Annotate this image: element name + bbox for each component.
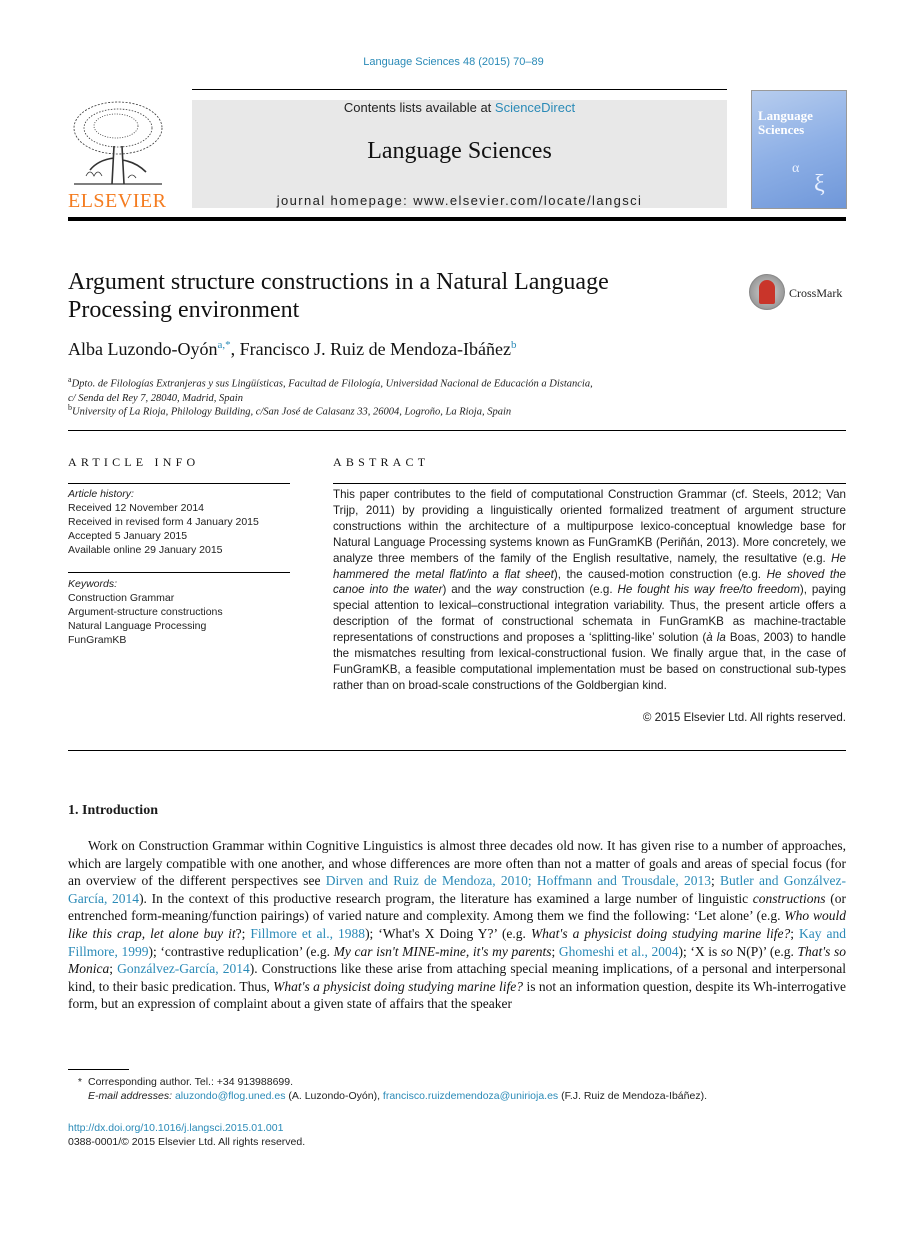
paragraph: Work on Construction Grammar within Cogn… — [68, 837, 846, 1013]
divider — [333, 483, 846, 484]
crossmark-button[interactable]: CrossMark — [749, 274, 849, 314]
example-text: My car isn't MINE-mine, it's my parents — [333, 943, 552, 959]
journal-reference-link[interactable]: Language Sciences 48 (2015) 70–89 — [0, 56, 907, 68]
keyword-item: Construction Grammar — [68, 592, 175, 604]
journal-homepage-link[interactable]: journal homepage: www.elsevier.com/locat… — [192, 193, 727, 208]
divider — [68, 750, 846, 751]
doi-link[interactable]: http://dx.doi.org/10.1016/j.langsci.2015… — [68, 1121, 283, 1135]
journal-cover-thumbnail[interactable]: Language Sciences α ξ — [751, 90, 847, 209]
abstract-segment: ) and the — [442, 583, 497, 597]
cover-title: Language Sciences — [758, 108, 813, 137]
body-text: ); ‘What's X Doing Y?’ (e.g. — [365, 925, 531, 941]
author-name: Alba Luzondo-Oyón — [68, 339, 218, 359]
keywords: Keywords: Construction Grammar Argument-… — [68, 577, 290, 647]
crossmark-icon — [749, 274, 785, 310]
citation-link[interactable]: Fillmore et al., 1988 — [250, 926, 365, 941]
citation-link[interactable]: Gonzálvez-García, 2014 — [117, 961, 250, 976]
history-item: Received 12 November 2014 — [68, 502, 204, 514]
section-heading-introduction: 1. Introduction — [68, 803, 158, 818]
abstract-example: way — [496, 583, 518, 597]
header-top-rule — [192, 89, 727, 90]
abstract-heading: ABSTRACT — [333, 455, 430, 469]
citation-link[interactable]: Dirven and Ruiz de Mendoza, 2010; Hoffma… — [326, 873, 711, 888]
cover-xi-glyph: ξ — [814, 171, 825, 197]
example-text: What's a physicist doing studying marine… — [273, 978, 524, 994]
author-affiliation-mark[interactable]: a,* — [217, 339, 230, 351]
keyword-item: FunGramKB — [68, 634, 127, 646]
divider — [68, 483, 290, 484]
email-addresses: E-mail addresses: aluzondo@flog.uned.es … — [88, 1090, 707, 1102]
example-text: What's a physicist doing studying marine… — [530, 925, 791, 941]
abstract-segment: ), the caused-motion construction (e.g. — [553, 567, 767, 581]
corresponding-author-note: * Corresponding author. Tel.: +34 9139886… — [77, 1076, 294, 1088]
author-list: Alba Luzondo-Oyóna,*, Francisco J. Ruiz … — [68, 339, 517, 359]
crossmark-label: CrossMark — [789, 286, 843, 300]
introduction-body: Work on Construction Grammar within Cogn… — [68, 837, 846, 1013]
contents-available-line: Contents lists available at ScienceDirec… — [343, 100, 576, 115]
journal-name: Language Sciences — [367, 138, 552, 164]
header-thick-rule — [68, 217, 846, 221]
journal-banner: Contents lists available at ScienceDirec… — [192, 100, 727, 208]
author-name: Francisco J. Ruiz de Mendoza-Ibáñez — [239, 339, 512, 359]
body-text: ?; — [235, 925, 251, 941]
article-info-heading: ARTICLE INFO — [68, 455, 200, 469]
example-text: so — [720, 943, 733, 959]
abstract-copyright: © 2015 Elsevier Ltd. All rights reserved… — [642, 711, 846, 724]
abstract-example: He fought his way free/to freedom — [617, 583, 800, 597]
body-text: ; — [711, 873, 721, 889]
footnote-rule — [68, 1069, 129, 1070]
keyword-item: Natural Language Processing — [68, 620, 207, 632]
keyword-item: Argument-structure constructions — [68, 606, 223, 618]
cover-alpha-glyph: α — [792, 161, 800, 176]
divider — [68, 572, 290, 573]
author-affiliation-mark[interactable]: b — [511, 339, 517, 351]
email-link[interactable]: francisco.ruizdemendoza@unirioja.es — [383, 1090, 558, 1102]
abstract-text: This paper contributes to the field of c… — [333, 487, 846, 694]
body-text: ); ‘X is — [678, 943, 721, 959]
abstract-segment: construction (e.g. — [517, 583, 618, 597]
issn-copyright: 0388-0001/© 2015 Elsevier Ltd. All right… — [68, 1136, 306, 1148]
abstract-segment: This paper contributes to the field of c… — [333, 488, 846, 565]
example-text: constructions — [752, 890, 826, 906]
body-text: ; — [109, 961, 118, 977]
history-item: Available online 29 January 2015 — [68, 544, 223, 556]
email-link[interactable]: aluzondo@flog.uned.es — [175, 1090, 286, 1102]
body-text: ; — [790, 925, 800, 941]
affiliation-b: bUniversity of La Rioja, Philology Build… — [68, 403, 512, 418]
sciencedirect-link[interactable]: ScienceDirect — [495, 100, 575, 115]
history-item: Received in revised form 4 January 2015 — [68, 516, 259, 528]
body-text: ). In the context of this productive res… — [139, 890, 753, 906]
divider — [68, 430, 846, 431]
body-text: ); ‘contrastive reduplication’ (e.g. — [148, 943, 334, 959]
article-title: Argument structure constructions in a Na… — [68, 269, 609, 323]
abstract-example: à la — [706, 631, 726, 645]
body-text: ; — [551, 943, 559, 959]
elsevier-wordmark: ELSEVIER — [68, 190, 167, 212]
body-text: N(P)’ (e.g. — [732, 943, 798, 959]
citation-link[interactable]: Ghomeshi et al., 2004 — [559, 944, 679, 959]
article-history: Article history: Received 12 November 20… — [68, 487, 290, 557]
history-item: Accepted 5 January 2015 — [68, 530, 188, 542]
